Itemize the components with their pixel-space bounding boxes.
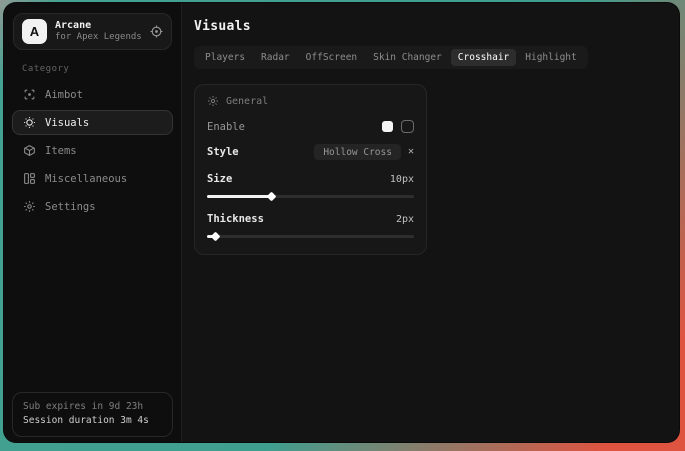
general-card-title: General [226, 96, 268, 107]
sidebar-item-items[interactable]: Items [12, 138, 173, 163]
thickness-value: 2px [396, 214, 414, 225]
category-label: Category [22, 64, 181, 74]
general-card-header: General [207, 95, 414, 107]
app-window: A Arcane for Apex Legends Category [4, 3, 679, 442]
size-slider-fill [207, 195, 271, 198]
size-row: Size 10px [207, 173, 414, 185]
brand-card: A Arcane for Apex Legends [13, 13, 172, 50]
visuals-tabbar: Players Radar OffScreen Skin Changer Cro… [194, 46, 588, 69]
color-swatch[interactable] [382, 121, 393, 132]
enable-controls [382, 120, 414, 133]
size-slider[interactable] [207, 193, 414, 200]
style-select[interactable]: Hollow Cross [314, 144, 401, 160]
style-label: Style [207, 146, 239, 158]
misc-grid-icon [23, 172, 36, 185]
brand-subtitle: for Apex Legends [55, 32, 142, 43]
enable-row: Enable [207, 120, 414, 133]
tab-skin-changer[interactable]: Skin Changer [366, 49, 449, 66]
brand-name: Arcane [55, 20, 142, 33]
sidebar-item-label: Visuals [45, 117, 89, 129]
thickness-row: Thickness 2px [207, 213, 414, 225]
thickness-slider[interactable] [207, 233, 414, 240]
sidebar-item-label: Aimbot [45, 89, 83, 101]
enable-label: Enable [207, 121, 245, 133]
style-remove-icon[interactable]: ✕ [408, 147, 414, 157]
tab-crosshair[interactable]: Crosshair [451, 49, 516, 66]
sidebar: A Arcane for Apex Legends Category [4, 3, 182, 442]
sidebar-item-settings[interactable]: Settings [12, 194, 173, 219]
session-duration-text: Session duration 3m 4s [23, 414, 162, 428]
thickness-slider-thumb[interactable] [211, 232, 221, 242]
page-title: Visuals [194, 19, 679, 34]
thickness-slider-track [207, 235, 414, 238]
main-panel: Visuals Players Radar OffScreen Skin Cha… [182, 3, 679, 442]
sidebar-item-label: Items [45, 145, 77, 157]
thickness-label: Thickness [207, 213, 264, 225]
sidebar-item-label: Miscellaneous [45, 173, 127, 185]
tab-highlight[interactable]: Highlight [518, 49, 583, 66]
tab-offscreen[interactable]: OffScreen [299, 49, 364, 66]
items-icon [23, 144, 36, 157]
tab-players[interactable]: Players [198, 49, 252, 66]
sidebar-item-label: Settings [45, 201, 96, 213]
target-icon[interactable] [150, 25, 163, 38]
size-label: Size [207, 173, 232, 185]
size-value: 10px [390, 174, 414, 185]
avatar: A [22, 19, 47, 44]
subscription-info-card: Sub expires in 9d 23h Session duration 3… [12, 392, 173, 438]
sub-expires-text: Sub expires in 9d 23h [23, 400, 162, 414]
brand-text: Arcane for Apex Legends [55, 20, 142, 44]
style-controls: Hollow Cross ✕ [314, 144, 414, 160]
aimbot-icon [23, 88, 36, 101]
sidebar-nav: Aimbot Visuals [4, 82, 181, 219]
tab-radar[interactable]: Radar [254, 49, 297, 66]
sidebar-item-aimbot[interactable]: Aimbot [12, 82, 173, 107]
visuals-icon [23, 116, 36, 129]
enable-checkbox[interactable] [401, 120, 414, 133]
size-slider-thumb[interactable] [267, 192, 277, 202]
general-card: General Enable Style Hollow Cross ✕ Size… [194, 84, 427, 255]
style-row: Style Hollow Cross ✕ [207, 144, 414, 160]
gear-icon [23, 200, 36, 213]
sidebar-item-visuals[interactable]: Visuals [12, 110, 173, 135]
general-gear-icon [207, 95, 219, 107]
sidebar-item-miscellaneous[interactable]: Miscellaneous [12, 166, 173, 191]
